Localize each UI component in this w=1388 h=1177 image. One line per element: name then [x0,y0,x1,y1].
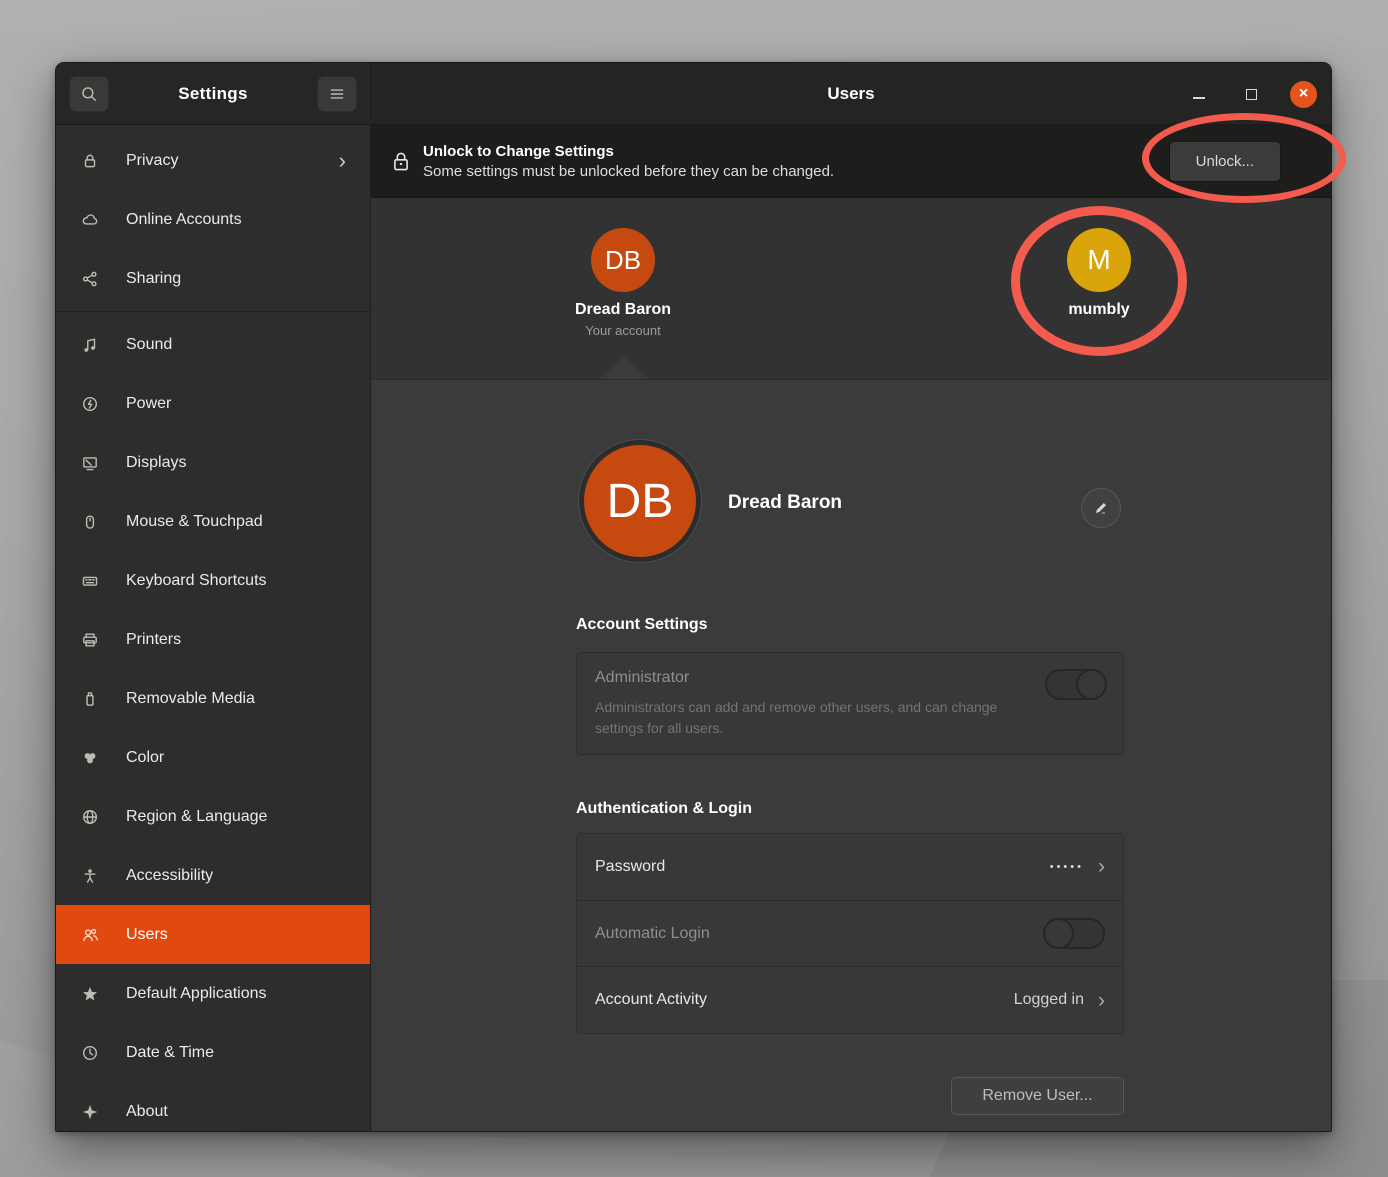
unlock-title: Unlock to Change Settings [423,143,1169,160]
user-subtitle: Your account [538,323,708,338]
user-chip-dread-baron[interactable]: DB Dread Baron Your account [538,228,708,338]
sidebar-title: Settings [178,84,247,104]
administrator-label: Administrator [595,669,1105,687]
globe-icon [81,808,99,826]
avatar: DB [591,228,655,292]
toggle-knob [1076,669,1107,700]
share-nodes-icon [81,270,99,288]
sidebar-item-displays[interactable]: Displays [56,433,370,492]
clock-icon [81,1044,99,1062]
lock-icon [81,152,99,170]
password-label: Password [595,858,1050,876]
password-row[interactable]: Password ••••• › [577,834,1123,900]
password-value: ••••• [1050,861,1084,873]
account-activity-label: Account Activity [595,991,1014,1009]
cloud-icon [81,211,99,229]
music-note-icon [81,336,99,354]
lock-icon [391,150,411,172]
color-circles-icon [81,749,99,767]
hamburger-icon [328,85,346,103]
minimize-icon [1193,97,1205,99]
sidebar-divider [56,311,370,312]
sidebar-item-keyboard-shortcuts[interactable]: Keyboard Shortcuts [56,551,370,610]
sidebar-item-online-accounts[interactable]: Online Accounts [56,190,370,249]
administrator-toggle[interactable] [1045,669,1107,700]
titlebar: Users × [371,63,1331,125]
accessibility-person-icon [81,867,99,885]
automatic-login-label: Automatic Login [595,925,1043,943]
toggle-knob [1043,918,1074,949]
unlock-banner: Unlock to Change Settings Some settings … [371,125,1331,198]
sidebar-item-printers[interactable]: Printers [56,610,370,669]
administrator-description: Administrators can add and remove other … [595,697,1025,739]
remove-user-button[interactable]: Remove User... [951,1077,1124,1115]
avatar-row: DB Dread Baron [576,440,1124,574]
sidebar-header: Settings [56,63,370,125]
automatic-login-toggle[interactable] [1043,918,1105,949]
user-carousel: DB Dread Baron Your account M mumbly [371,198,1331,379]
chevron-right-icon: › [1098,856,1105,877]
sidebar-item-region-language[interactable]: Region & Language [56,787,370,846]
unlock-text: Unlock to Change Settings Some settings … [423,143,1169,180]
close-button[interactable]: × [1290,81,1317,108]
administrator-row: Administrator Administrators can add and… [576,652,1124,755]
window-controls: × [1186,63,1317,125]
main-panel: Users × Unlock to Change Settings Some s… [371,63,1331,1131]
mouse-icon [81,513,99,531]
unlock-subtitle: Some settings must be unlocked before th… [423,163,1169,180]
sidebar-item-default-applications[interactable]: Default Applications [56,964,370,1023]
sidebar-item-color[interactable]: Color [56,728,370,787]
account-name: Dread Baron [728,492,842,514]
sidebar-item-privacy[interactable]: Privacy › [56,131,370,190]
users-icon [81,926,99,944]
close-icon: × [1299,85,1308,103]
user-name: Dread Baron [538,301,708,319]
sidebar-item-removable-media[interactable]: Removable Media [56,669,370,728]
selected-user-pointer [599,356,649,379]
maximize-icon [1246,89,1257,100]
power-icon [81,395,99,413]
pencil-icon [1093,500,1109,516]
account-activity-row[interactable]: Account Activity Logged in › [577,966,1123,1033]
sidebar-item-sharing[interactable]: Sharing [56,249,370,308]
user-chip-mumbly[interactable]: M mumbly [1014,228,1184,319]
automatic-login-row[interactable]: Automatic Login [577,900,1123,967]
sidebar-item-mouse-touchpad[interactable]: Mouse & Touchpad [56,492,370,551]
account-activity-value: Logged in [1014,991,1084,1009]
sidebar-item-date-time[interactable]: Date & Time [56,1023,370,1082]
maximize-button[interactable] [1238,81,1264,107]
monitor-icon [81,454,99,472]
menu-button[interactable] [317,76,357,112]
sidebar: Settings Privacy › Online Accounts Shari… [56,63,371,1131]
sidebar-item-users[interactable]: Users [56,905,370,964]
flash-drive-icon [81,690,99,708]
search-icon [80,85,98,103]
edit-name-button[interactable] [1081,488,1121,528]
sidebar-item-about[interactable]: About [56,1082,370,1132]
minimize-button[interactable] [1186,81,1212,107]
account-avatar[interactable]: DB [579,440,701,562]
sidebar-item-sound[interactable]: Sound [56,315,370,374]
sidebar-item-accessibility[interactable]: Accessibility [56,846,370,905]
account-settings-heading: Account Settings [576,616,708,634]
user-name: mumbly [1014,301,1184,319]
chevron-right-icon: › [339,150,346,172]
keyboard-icon [81,572,99,590]
authentication-rows: Password ••••• › Automatic Login Account… [576,833,1124,1034]
account-detail-panel: DB Dread Baron Account Settings Administ… [371,379,1331,1131]
authentication-heading: Authentication & Login [576,800,752,818]
avatar: M [1067,228,1131,292]
sidebar-nav: Privacy › Online Accounts Sharing Sound … [56,125,370,1132]
settings-window: Settings Privacy › Online Accounts Shari… [55,62,1332,1132]
star-icon [81,985,99,1003]
sidebar-item-power[interactable]: Power [56,374,370,433]
unlock-button[interactable]: Unlock... [1169,141,1281,182]
printer-icon [81,631,99,649]
search-button[interactable] [69,76,109,112]
sparkle-icon [81,1103,99,1121]
chevron-right-icon: › [1098,990,1105,1011]
